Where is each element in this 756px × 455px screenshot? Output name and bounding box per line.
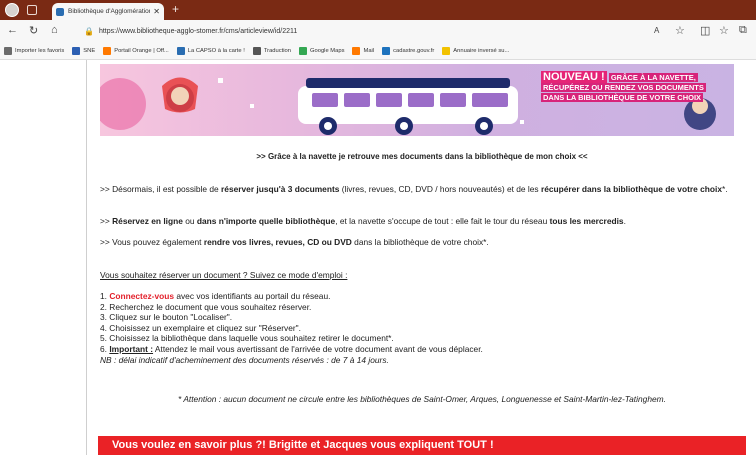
step-4: 4. Choisissez un exemplaire et cliquez s…	[100, 322, 301, 333]
collections-icon[interactable]: ⧉	[739, 24, 747, 37]
home-icon[interactable]: ⌂	[51, 24, 58, 36]
favorites-icon[interactable]: ☆	[719, 24, 729, 37]
tab-actions-icon[interactable]	[27, 5, 37, 15]
text: , et la navette s'occupe de tout : elle …	[335, 216, 550, 226]
text: .	[623, 216, 626, 226]
bookmark-annuaire[interactable]: Annuaire inversé su...	[442, 47, 509, 55]
text: ou	[182, 216, 197, 226]
text: 1.	[100, 291, 110, 301]
document-icon	[252, 47, 261, 55]
browser-tab[interactable]: Bibliothèque d'Agglomération de ✕	[52, 3, 164, 20]
bookmark-label: Traduction	[263, 48, 291, 54]
article-content: NOUVEAU ! GRÂCE À LA NAVETTE, RÉCUPÉREZ …	[88, 60, 756, 455]
step-1: 1. Connectez-vous avec vos identifiants …	[100, 291, 750, 302]
bookmark-cadastre[interactable]: cadastre.gouv.fr	[382, 47, 434, 55]
text: dans la bibliothèque de votre choix*.	[351, 237, 489, 247]
text-bold: dans n'importe quelle bibliothèque	[196, 216, 336, 226]
video-banner[interactable]: Vous voulez en savoir plus ?! Brigitte e…	[98, 436, 746, 455]
close-tab-icon[interactable]: ✕	[153, 7, 160, 16]
bookmark-label: Portail Orange | Off...	[114, 48, 169, 54]
article-subtitle: >> Grâce à la navette je retrouve mes do…	[256, 152, 588, 161]
banner-line-3: DANS LA BIBLIOTHÈQUE DE VOTRE CHOIX	[541, 93, 704, 102]
navigation-bar: ← ↻ ⌂ 🔒 https://www.bibliotheque-agglo-s…	[0, 20, 756, 43]
back-arrow-icon[interactable]: ←	[7, 24, 18, 36]
text: 6.	[100, 343, 110, 354]
import-icon	[4, 47, 12, 55]
browser-title-bar: Bibliothèque d'Agglomération de ✕ +	[0, 0, 756, 20]
text-bold: réserver jusqu'à 3 documents	[221, 184, 340, 194]
library-favicon-icon	[56, 7, 64, 16]
text-bold: Réservez en ligne	[112, 216, 183, 226]
bookmark-sne[interactable]: SNE	[72, 47, 95, 55]
banner-headline: NOUVEAU ! GRÂCE À LA NAVETTE, RÉCUPÉREZ …	[541, 71, 731, 103]
step-2: 2. Recherchez le document que vous souha…	[100, 301, 312, 312]
address-bar[interactable]: 🔒 https://www.bibliotheque-agglo-stomer.…	[80, 23, 742, 40]
text-bold: tous les mercredis	[549, 216, 624, 226]
bookmark-capso[interactable]: La CAPSO à la carte !	[176, 47, 245, 55]
attention-notice: * Attention : aucun document ne circule …	[178, 394, 666, 404]
important-label: Important :	[109, 343, 154, 354]
map-pin-icon	[299, 47, 307, 55]
bookmark-label: Google Maps	[310, 48, 345, 54]
step-3: 3. Cliquez sur le bouton "Localiser".	[100, 312, 233, 323]
text: (livres, revues, CD, DVD / hors nouveaut…	[339, 184, 541, 194]
lock-icon[interactable]: 🔒	[84, 27, 94, 36]
text: >>	[100, 216, 113, 226]
bookmark-mail[interactable]: Mail	[352, 47, 374, 55]
read-aloud-icon[interactable]: A	[654, 26, 659, 35]
mail-icon	[352, 47, 361, 55]
banner-new-word: NOUVEAU !	[541, 71, 607, 83]
navette-banner: NOUVEAU ! GRÂCE À LA NAVETTE, RÉCUPÉREZ …	[100, 64, 734, 136]
bookmarks-bar: Importer les favoris SNE Portail Orange …	[0, 43, 756, 60]
smiley-icon	[442, 47, 451, 55]
bookmark-import-favorites[interactable]: Importer les favoris	[4, 47, 64, 55]
bookmark-label: Importer les favoris	[15, 48, 65, 54]
step-5: 5. Choisissez la bibliothèque dans laque…	[100, 333, 394, 344]
paragraph-reserve: >> Désormais, il est possible de réserve…	[100, 184, 750, 195]
favorite-star-icon[interactable]: ☆	[675, 24, 685, 37]
bookmark-google-maps[interactable]: Google Maps	[299, 47, 344, 55]
text: *.	[721, 184, 728, 194]
orange-icon	[103, 47, 112, 55]
profile-avatar[interactable]	[5, 3, 19, 17]
bookmark-label: cadastre.gouv.fr	[393, 48, 435, 54]
bookmark-traduction[interactable]: Traduction	[252, 47, 291, 55]
flag-icon	[72, 47, 81, 55]
refresh-icon[interactable]: ↻	[29, 24, 38, 37]
nb-note: NB : délai indicatif d'acheminement des …	[100, 354, 389, 365]
banner-line-2: RÉCUPÉREZ OU RENDEZ VOS DOCUMENTS	[541, 83, 706, 92]
url-text[interactable]: https://www.bibliotheque-agglo-stomer.fr…	[99, 28, 297, 35]
paragraph-return: >> Vous pouvez également rendre vos livr…	[100, 237, 750, 248]
tab-title: Bibliothèque d'Agglomération de	[68, 8, 151, 15]
capso-icon	[176, 47, 185, 55]
text: >> Désormais, il est possible de	[100, 184, 222, 194]
text-bold: récupérer dans la bibliothèque de votre …	[540, 184, 722, 194]
bookmark-label: SNE	[83, 48, 96, 54]
split-screen-icon[interactable]: ◫	[700, 24, 710, 37]
bookmark-label: Annuaire inversé su...	[453, 48, 510, 54]
paragraph-online: >> Réservez en ligne ou dans n'importe q…	[100, 216, 750, 227]
bookmark-orange[interactable]: Portail Orange | Off...	[103, 47, 169, 55]
globe-icon	[382, 47, 391, 55]
howto-text: Vous souhaitez réserver un document ? Su…	[100, 270, 348, 280]
text-bold: rendre vos livres, revues, CD ou DVD	[203, 237, 352, 247]
left-margin	[0, 60, 87, 455]
connect-link[interactable]: Connectez-vous	[109, 291, 174, 301]
text: >> Vous pouvez également	[100, 237, 204, 247]
bookmark-label: Mail	[363, 48, 375, 54]
reservation-steps: 1. Connectez-vous avec vos identifiants …	[100, 291, 750, 365]
step-6: 6. Important : Attendez le mail vous ave…	[100, 344, 750, 355]
banner-line-1: GRÂCE À LA NAVETTE,	[608, 73, 698, 82]
bookmark-label: La CAPSO à la carte !	[187, 48, 245, 54]
text: avec vos identifiants au portail du rése…	[174, 291, 331, 301]
howto-heading: Vous souhaitez réserver un document ? Su…	[100, 270, 750, 281]
new-tab-button[interactable]: +	[172, 2, 179, 16]
text: Attendez le mail vous avertissant de l'a…	[153, 343, 483, 354]
